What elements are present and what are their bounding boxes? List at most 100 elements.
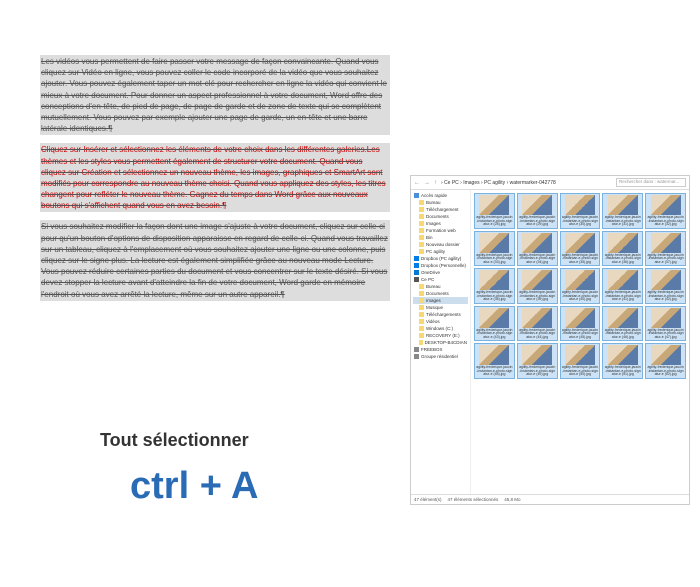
thumbnail-label: agility-frederique-jaucin-instantan-e-ph…	[562, 291, 599, 302]
file-thumbnail[interactable]: agility-frederique-jaucin-instantan-e-ph…	[474, 193, 515, 229]
sidebar-item[interactable]: Windows (C:)	[413, 325, 468, 332]
file-thumbnail[interactable]: agility-frederique-jaucin-instantan-e-ph…	[474, 306, 515, 342]
file-thumbnail[interactable]: agility-frederique-jaucin-instantan-e-ph…	[474, 268, 515, 304]
thumbnail-image	[522, 308, 552, 328]
folder-icon	[419, 340, 423, 345]
file-thumbnail[interactable]: agility-frederique-jaucin-instantan-e-ph…	[517, 231, 558, 267]
sidebar-item[interactable]: Documents	[413, 213, 468, 220]
sidebar-network[interactable]: Groupe résidentiel	[413, 353, 468, 360]
sidebar-item[interactable]: Téléchargements	[413, 311, 468, 318]
up-arrow-icon[interactable]: ↑	[434, 180, 437, 186]
file-thumbnail[interactable]: agility-frederique-jaucin-instantan-e-ph…	[645, 343, 686, 379]
sidebar-item[interactable]: Bureau	[413, 199, 468, 206]
thumbnail-label: agility-frederique-jaucin-instantan-e-ph…	[519, 254, 556, 265]
file-thumbnail[interactable]: agility-frederique-jaucin-instantan-e-ph…	[560, 231, 601, 267]
shortcut-label: Tout sélectionner	[100, 430, 249, 451]
file-thumbnail[interactable]: agility-frederique-jaucin-instantan-e-ph…	[645, 193, 686, 229]
file-thumbnail[interactable]: agility-frederique-jaucin-instantan-e-ph…	[474, 343, 515, 379]
paragraph-3: Si vous souhaitez modifier la façon dont…	[40, 220, 390, 300]
sidebar-item-label: Nouveau dossier	[426, 242, 460, 247]
sidebar-onedrive[interactable]: OneDrive	[413, 269, 468, 276]
file-thumbnail[interactable]: agility-frederique-jaucin-instantan-e-ph…	[602, 268, 643, 304]
thumbnail-label: agility-frederique-jaucin-instantan-e-ph…	[476, 291, 513, 302]
sidebar-label: Ce PC	[421, 277, 434, 282]
sidebar-item[interactable]: Bureau	[413, 283, 468, 290]
thumbnail-label: agility-frederique-jaucin-instantan-e-ph…	[519, 366, 556, 377]
paragraph-2-text: Cliquez sur Insérer et sélectionnez les …	[41, 145, 386, 210]
sidebar-item[interactable]: Documents	[413, 290, 468, 297]
thumbnail-image	[479, 308, 509, 328]
file-thumbnail[interactable]: agility-frederique-jaucin-instantan-e-ph…	[517, 343, 558, 379]
thumbnail-label: agility-frederique-jaucin-instantan-e-ph…	[647, 329, 684, 340]
sidebar-item[interactable]: PC agility	[413, 248, 468, 255]
sidebar-item[interactable]: Musique	[413, 304, 468, 311]
search-input[interactable]: Rechercher dans : watermar...	[616, 178, 686, 187]
breadcrumb[interactable]: › Ce PC › Images › PC agility › watermar…	[441, 180, 612, 186]
sidebar-item-label: Windows (C:)	[426, 326, 453, 331]
sidebar-item-label: Bin	[426, 235, 433, 240]
sidebar-item[interactable]: Nouveau dossier	[413, 241, 468, 248]
explorer-content[interactable]: agility-frederique-jaucin-instantan-e-ph…	[471, 190, 689, 494]
thumbnail-image	[608, 233, 638, 253]
pc-icon	[414, 277, 419, 282]
thumbnail-label: agility-frederique-jaucin-instantan-e-ph…	[519, 216, 556, 227]
sidebar-label: Groupe résidentiel	[421, 354, 458, 359]
sidebar-item-label: Images	[426, 298, 441, 303]
thumbnail-label: agility-frederique-jaucin-instantan-e-ph…	[647, 366, 684, 377]
sidebar-pc[interactable]: Ce PC	[413, 276, 468, 283]
dropbox-icon	[414, 263, 419, 268]
folder-icon	[419, 312, 424, 317]
folder-icon	[419, 284, 424, 289]
thumbnail-label: agility-frederique-jaucin-instantan-e-ph…	[604, 216, 641, 227]
thumbnail-image	[608, 308, 638, 328]
file-thumbnail[interactable]: agility-frederique-jaucin-instantan-e-ph…	[645, 268, 686, 304]
thumbnail-label: agility-frederique-jaucin-instantan-e-ph…	[562, 366, 599, 377]
cloud-icon	[414, 270, 419, 275]
folder-icon	[419, 305, 424, 310]
folder-icon	[419, 235, 424, 240]
file-thumbnail[interactable]: agility-frederique-jaucin-instantan-e-ph…	[560, 268, 601, 304]
thumbnail-label: agility-frederique-jaucin-instantan-e-ph…	[476, 366, 513, 377]
sidebar-item-label: Bureau	[426, 200, 441, 205]
file-thumbnail[interactable]: agility-frederique-jaucin-instantan-e-ph…	[560, 343, 601, 379]
file-thumbnail[interactable]: agility-frederique-jaucin-instantan-e-ph…	[517, 306, 558, 342]
file-thumbnail[interactable]: agility-frederique-jaucin-instantan-e-ph…	[645, 306, 686, 342]
file-thumbnail[interactable]: agility-frederique-jaucin-instantan-e-ph…	[517, 268, 558, 304]
sidebar-freebox[interactable]: FREEBOX	[413, 346, 468, 353]
file-thumbnail[interactable]: agility-frederique-jaucin-instantan-e-ph…	[474, 231, 515, 267]
file-thumbnail[interactable]: agility-frederique-jaucin-instantan-e-ph…	[602, 231, 643, 267]
sidebar-item[interactable]: Bin	[413, 234, 468, 241]
thumbnail-label: agility-frederique-jaucin-instantan-e-ph…	[476, 329, 513, 340]
sidebar-dropbox[interactable]: Dropbox (PC agility)	[413, 255, 468, 262]
status-count: 47 élément(s)	[414, 497, 442, 502]
sidebar-item[interactable]: DESKTOP-B4CDIAN	[413, 339, 468, 346]
sidebar-item-label: PC agility	[426, 249, 445, 254]
status-selected: 47 éléments sélectionnés	[448, 497, 499, 502]
sidebar-quick-access[interactable]: Accès rapide	[413, 192, 468, 199]
star-icon	[414, 193, 419, 198]
thumbnail-label: agility-frederique-jaucin-instantan-e-ph…	[476, 254, 513, 265]
file-thumbnail[interactable]: agility-frederique-jaucin-instantan-e-ph…	[560, 306, 601, 342]
thumbnail-image	[608, 270, 638, 290]
file-thumbnail[interactable]: agility-frederique-jaucin-instantan-e-ph…	[517, 193, 558, 229]
file-thumbnail[interactable]: agility-frederique-jaucin-instantan-e-ph…	[645, 231, 686, 267]
sidebar-item[interactable]: Téléchargement	[413, 206, 468, 213]
sidebar-item[interactable]: Images	[413, 220, 468, 227]
sidebar-item-label: Téléchargement	[426, 207, 459, 212]
explorer-sidebar: Accès rapide BureauTéléchargementDocumen…	[411, 190, 471, 494]
sidebar-item[interactable]: Images	[413, 297, 468, 304]
sidebar-dropbox-personal[interactable]: Dropbox (Personnelle)	[413, 262, 468, 269]
folder-icon	[419, 228, 424, 233]
file-thumbnail[interactable]: agility-frederique-jaucin-instantan-e-ph…	[602, 306, 643, 342]
folder-icon	[419, 200, 424, 205]
forward-arrow-icon[interactable]: →	[424, 180, 430, 186]
thumbnail-image	[522, 345, 552, 365]
sidebar-item-label: Formation web	[426, 228, 456, 233]
sidebar-item[interactable]: Formation web	[413, 227, 468, 234]
file-thumbnail[interactable]: agility-frederique-jaucin-instantan-e-ph…	[602, 343, 643, 379]
sidebar-item[interactable]: Vidéos	[413, 318, 468, 325]
sidebar-item[interactable]: RECOVERY (E:)	[413, 332, 468, 339]
file-thumbnail[interactable]: agility-frederique-jaucin-instantan-e-ph…	[560, 193, 601, 229]
back-arrow-icon[interactable]: ←	[414, 180, 420, 186]
file-thumbnail[interactable]: agility-frederique-jaucin-instantan-e-ph…	[602, 193, 643, 229]
